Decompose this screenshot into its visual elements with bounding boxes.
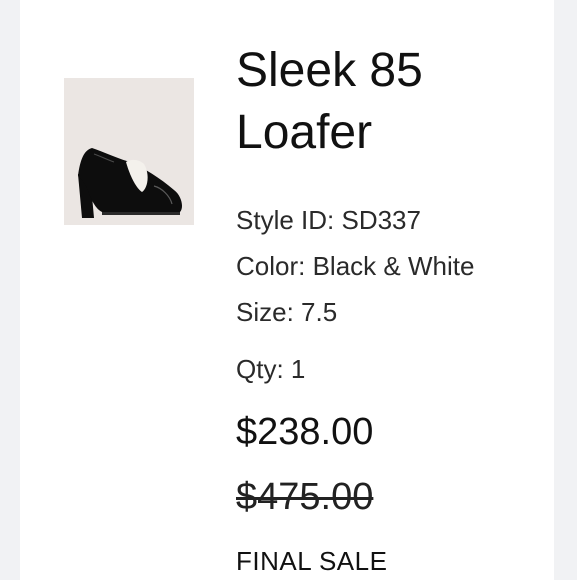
- product-image[interactable]: [64, 78, 194, 225]
- product-title-line-2: Loafer: [236, 106, 373, 159]
- style-id: Style ID: SD337: [236, 205, 421, 235]
- product-title[interactable]: Sleek 85 Loafer: [236, 40, 536, 164]
- sale-price: $238.00: [236, 411, 374, 453]
- order-item-card: Sleek 85 Loafer Style ID: SD337 Color: B…: [20, 0, 554, 580]
- product-quantity: Qty: 1: [236, 354, 306, 384]
- product-color: Color: Black & White: [236, 251, 475, 281]
- product-title-line-1: Sleek 85: [236, 44, 423, 97]
- final-sale-label: FINAL SALE: [236, 546, 388, 576]
- loafer-shoe-image: [64, 78, 194, 225]
- original-price: $475.00: [236, 476, 374, 518]
- product-size: Size: 7.5: [236, 297, 338, 327]
